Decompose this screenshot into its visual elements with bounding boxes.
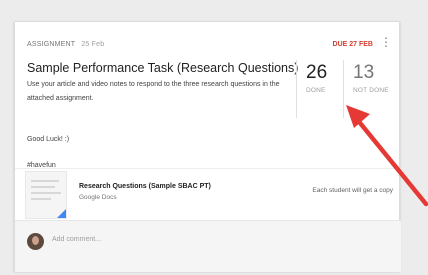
assignment-kind: ASSIGNMENT xyxy=(27,41,76,48)
assignment-header: ASSIGNMENT 25 Feb xyxy=(27,41,104,48)
attachment-title[interactable]: Research Questions (Sample SBAC PT) xyxy=(79,183,211,190)
user-avatar xyxy=(27,233,44,250)
assignment-description: Use your article and video notes to resp… xyxy=(27,81,280,102)
add-comment-input[interactable]: Add comment... xyxy=(52,236,101,243)
assignment-title[interactable]: Sample Performance Task (Research Questi… xyxy=(27,61,298,75)
more-vert-icon[interactable]: ⋮ xyxy=(380,36,392,48)
not-done-label: NOT DONE xyxy=(353,87,389,94)
attachment-row[interactable]: Research Questions (Sample SBAC PT) Goog… xyxy=(15,168,401,220)
due-date: DUE 27 FEB xyxy=(332,41,373,48)
not-done-count: 13 xyxy=(353,62,375,83)
assignment-note-line: Good Luck! :) xyxy=(27,136,70,143)
attachment-copy-note: Each student will get a copy xyxy=(312,187,393,194)
posted-date: 25 Feb xyxy=(81,41,105,48)
attachment-type: Google Docs xyxy=(79,194,117,201)
assignment-card: ASSIGNMENT 25 Feb DUE 27 FEB ⋮ Sample Pe… xyxy=(14,21,401,272)
google-doc-thumbnail-icon[interactable] xyxy=(25,171,67,219)
comment-bar: Add comment... xyxy=(15,220,401,272)
not-done-stat[interactable]: 13 NOT DONE xyxy=(343,60,393,118)
submission-stats: 26 DONE 13 NOT DONE xyxy=(296,60,389,118)
